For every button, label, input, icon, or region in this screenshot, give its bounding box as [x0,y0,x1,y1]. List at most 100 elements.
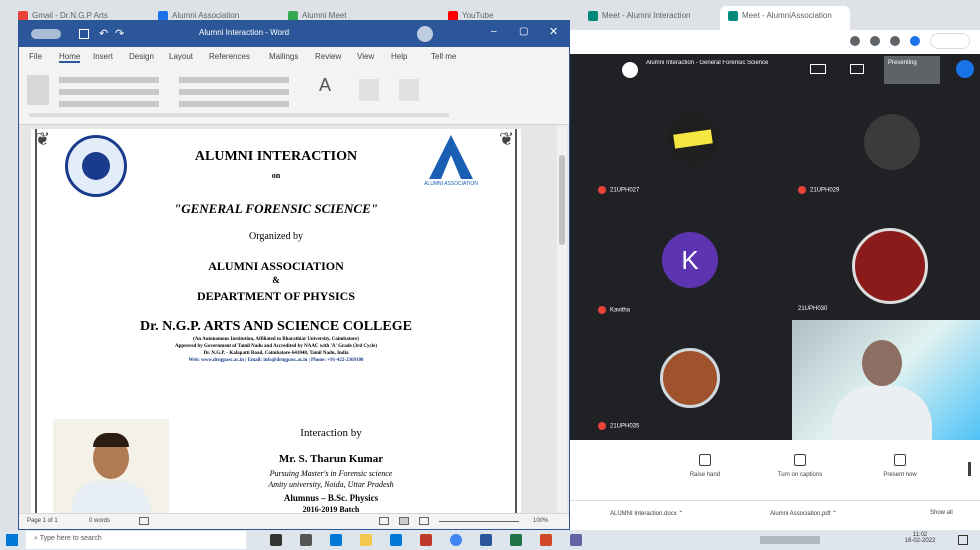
tab-review[interactable]: Review [315,52,341,61]
show-all-button[interactable]: Show all [930,510,953,516]
font-color-buttons[interactable] [59,101,159,107]
edge-icon[interactable] [330,534,342,546]
present-button[interactable]: Present now [870,454,930,478]
tab-design[interactable]: Design [129,52,154,61]
web-layout-icon[interactable] [419,517,429,525]
status-bar: Page 1 of 1 0 words 100% [19,513,569,529]
more-options-icon[interactable] [968,462,971,476]
participant-tile[interactable]: 21UPH030 [790,220,980,320]
college-name: Dr. N.G.P. ARTS AND SCIENCE COLLEGE [140,319,412,334]
tab-file[interactable]: File [29,52,42,61]
meet-control-bar: Raise hand Turn on captions Present now [570,440,980,500]
tab-insert[interactable]: Insert [93,52,113,61]
dictate-icon[interactable] [399,79,419,101]
zoom-slider[interactable] [439,521,519,522]
spacing-buttons[interactable] [179,101,289,107]
task-view-icon[interactable] [300,534,312,546]
clock[interactable]: 11:02 18-02-2022 [900,532,940,544]
mic-off-icon [798,186,806,194]
undo-icon[interactable]: ↶ [99,27,108,40]
paragraph-buttons[interactable] [179,77,289,83]
extension-icon[interactable] [890,36,900,46]
tab-label: Gmail - Dr.N.G.P Arts [32,11,108,21]
chrome-tab-active[interactable]: Meet - AlumniAssociation [720,6,850,30]
raise-hand-button[interactable]: Raise hand [680,454,730,478]
participant-name: 21UPH027 [598,186,639,194]
page-count: Page 1 of 1 [27,518,58,524]
zoom-level[interactable]: 100% [533,518,548,524]
windows-start-icon[interactable] [6,534,18,546]
styles-icon[interactable]: A [319,75,343,105]
powerpoint-icon[interactable] [540,534,552,546]
tab-view[interactable]: View [357,52,374,61]
participant-video[interactable] [792,320,980,440]
print-layout-icon[interactable] [399,517,409,525]
file-explorer-icon[interactable] [360,534,372,546]
update-button[interactable] [930,33,970,49]
participant-tile[interactable]: 21UPH029 [790,100,980,210]
interaction-by: Interaction by [300,427,362,439]
layout-icon[interactable] [810,64,826,74]
maximize-icon[interactable]: ▢ [519,26,528,37]
college-logo [65,135,127,197]
vertical-scrollbar[interactable] [557,125,567,513]
teams-icon[interactable] [570,534,582,546]
extension-icon[interactable] [850,36,860,46]
tab-home[interactable]: Home [59,52,81,63]
participant-avatar [852,228,928,304]
taskbar-search[interactable]: ⌕ Type here to search [26,531,246,549]
self-avatar[interactable] [956,60,974,78]
tab-references[interactable]: References [209,52,250,61]
scrollbar-thumb[interactable] [559,155,565,245]
participant-tile[interactable]: K Kavitha [590,220,780,320]
captions-icon [794,454,806,466]
tab-mailings[interactable]: Mailings [269,52,298,61]
tell-me-search[interactable]: Tell me [431,52,456,61]
tab-layout[interactable]: Layout [169,52,193,61]
participant-avatar [668,114,718,164]
mail-icon[interactable] [420,534,432,546]
chrome-icon[interactable] [450,534,462,546]
font-name-box[interactable] [59,77,159,83]
tab-favicon-icon [728,11,738,21]
paste-icon[interactable] [27,75,49,105]
save-icon[interactable] [79,29,89,39]
chrome-tab[interactable]: Meet - Alumni Interaction [580,6,710,30]
participant-tile[interactable]: 21UPH027 [590,100,780,210]
store-icon[interactable] [390,534,402,546]
notifications-icon[interactable] [958,535,968,545]
read-mode-icon[interactable] [379,517,389,525]
extension-icon[interactable] [870,36,880,46]
alignment-buttons[interactable] [179,89,289,95]
download-item[interactable]: Alumni Association.pdf ⌃ [770,510,837,517]
download-item[interactable]: ALUMNI Interaction.docx ⌃ [610,510,683,517]
editing-icon[interactable] [359,79,379,101]
proofing-icon[interactable] [139,517,149,525]
excel-icon[interactable] [510,534,522,546]
document-title: Alumni Interaction - Word [199,28,290,37]
tab-label: Meet - Alumni Interaction [602,11,691,21]
organizer-1: ALUMNI ASSOCIATION [208,259,344,273]
cortana-icon[interactable] [270,534,282,546]
autosave-toggle[interactable] [31,29,61,39]
tab-help[interactable]: Help [391,52,407,61]
participant-face [862,340,902,386]
redo-icon[interactable]: ↷ [115,27,124,40]
participant-name: 21UPH029 [798,186,839,194]
grid-icon[interactable] [850,64,864,74]
minimize-icon[interactable]: – [491,26,497,37]
alumni-logo-text: ALUMNI ASSOCIATION [424,181,478,187]
speaker-line-3: Alumnus – B.Sc. Physics [283,493,379,503]
corner-ornament-icon: ❦ [35,129,51,149]
word-icon[interactable] [480,534,492,546]
presenting-thumbnail[interactable]: Presenting [884,56,940,84]
profile-icon[interactable] [910,36,920,46]
system-tray[interactable] [760,536,820,544]
speaker-name: Mr. S. Tharun Kumar [278,453,384,465]
mic-off-icon [598,186,606,194]
font-format-buttons[interactable] [59,89,159,95]
captions-button[interactable]: Turn on captions [770,454,830,478]
participant-tile[interactable]: 21UPH035 [590,330,780,440]
user-avatar[interactable] [417,26,433,42]
close-icon[interactable]: ✕ [549,25,558,38]
